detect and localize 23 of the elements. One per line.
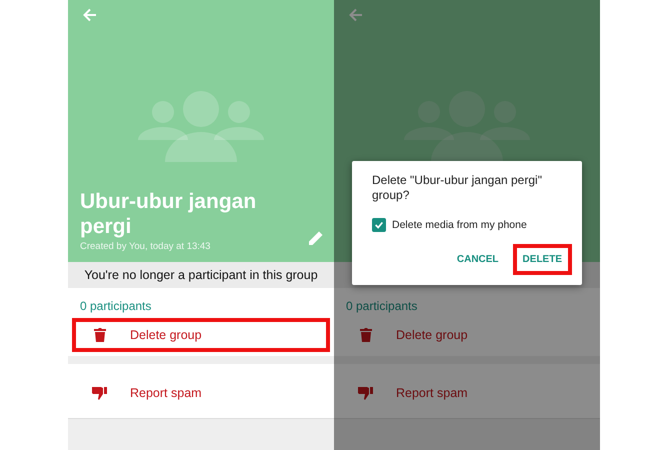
trash-icon: [358, 328, 374, 342]
group-icon: [138, 88, 264, 164]
checkbox[interactable]: [372, 218, 386, 232]
checkmark-icon: [374, 219, 384, 231]
participants-count: 0 participants: [79, 298, 152, 315]
checkbox-label: Delete media from my phone: [392, 219, 527, 231]
edit-icon[interactable]: [308, 230, 324, 246]
dialog-message: Delete "Ubur-ubur jangan pergi" group?: [372, 173, 542, 203]
notice-text: You're no longer a participant in this group: [84, 268, 318, 282]
participants-count: 0 participants: [345, 298, 418, 315]
thumbs-down-icon: [92, 386, 108, 400]
action-row[interactable]: Delete group: [338, 318, 596, 352]
back-arrow-icon[interactable]: [349, 8, 363, 22]
action-row[interactable]: Delete group: [72, 318, 330, 352]
action-row[interactable]: Report spam: [338, 376, 596, 410]
trash-icon: [92, 328, 108, 342]
created-info: Created by You, today at 13:43: [80, 241, 210, 252]
dialog-button[interactable]: DELETE: [512, 244, 572, 275]
back-arrow-icon[interactable]: [83, 8, 97, 22]
thumbs-down-icon: [358, 386, 374, 400]
group-title: Ubur-ubur jangan pergi: [80, 189, 258, 239]
dialog-button[interactable]: CANCEL: [446, 244, 509, 275]
action-row[interactable]: Report spam: [72, 376, 330, 410]
